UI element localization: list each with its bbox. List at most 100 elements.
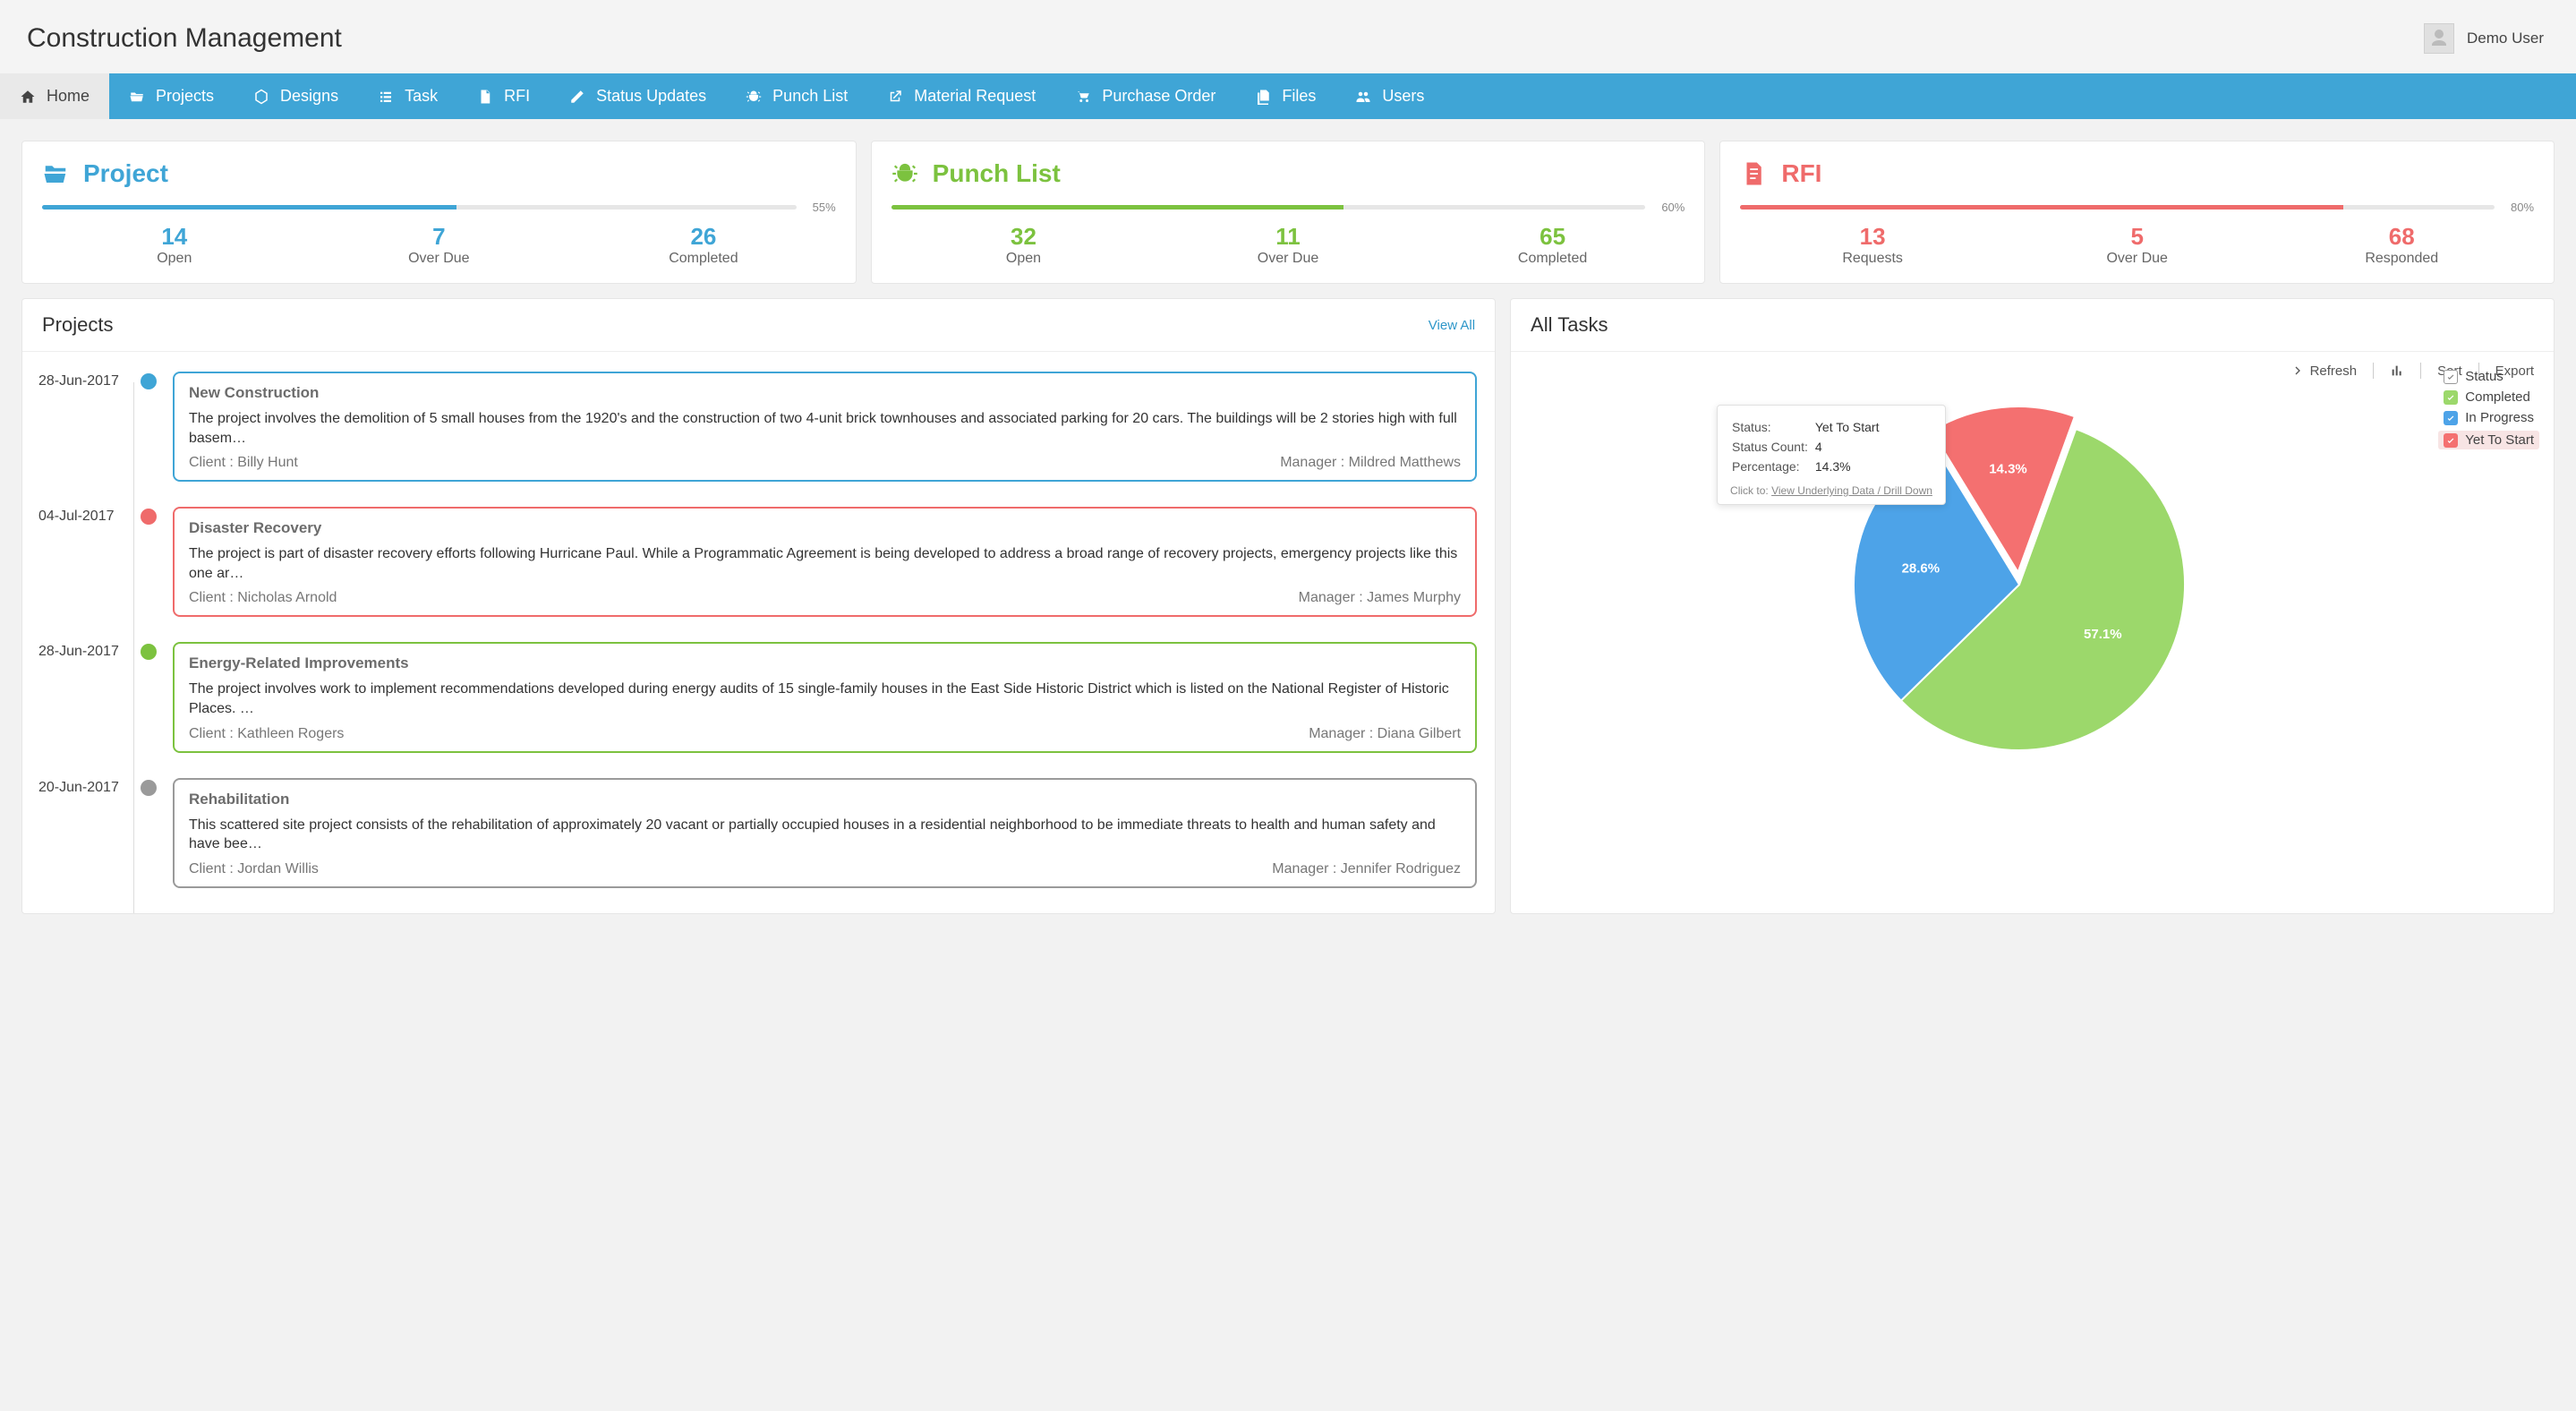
view-all-link[interactable]: View All <box>1429 318 1475 333</box>
bug-icon <box>891 160 918 187</box>
hexagon-icon <box>253 89 269 105</box>
nav-punch-list-label: Punch List <box>772 87 848 106</box>
bug-icon <box>746 89 762 105</box>
legend-completed[interactable]: Completed <box>2444 389 2534 405</box>
nav-rfi-label: RFI <box>504 87 530 106</box>
stat-overdue[interactable]: 5Over Due <box>2005 223 2270 267</box>
tooltip-drill-down[interactable]: View Underlying Data / Drill Down <box>1771 484 1932 497</box>
chevron-right-icon <box>2290 363 2305 378</box>
chart-tooltip: Status:Yet To Start Status Count:4 Perce… <box>1717 405 1946 505</box>
project-manager: Manager : Mildred Matthews <box>1280 455 1461 471</box>
stat-completed[interactable]: 65Completed <box>1420 223 1685 267</box>
pie-label: 57.1% <box>2084 627 2122 642</box>
summary-card-punch-list: Punch List 60% 32Open 11Over Due 65Compl… <box>871 141 1706 284</box>
nav-projects[interactable]: Projects <box>109 73 234 119</box>
nav-designs[interactable]: Designs <box>234 73 358 119</box>
project-client: Client : Nicholas Arnold <box>189 590 337 606</box>
edit-icon <box>569 89 585 105</box>
project-card: New ConstructionThe project involves the… <box>173 372 1477 482</box>
separator <box>2420 363 2421 379</box>
nav-status-updates[interactable]: Status Updates <box>550 73 726 119</box>
progress-pct: 55% <box>804 201 836 214</box>
legend-status-header[interactable]: Status <box>2444 369 2534 384</box>
project-client: Client : Billy Hunt <box>189 455 298 471</box>
stat-responded[interactable]: 68Responded <box>2269 223 2534 267</box>
projects-panel: Projects View All 28-Jun-2017 New Constru… <box>21 298 1496 914</box>
nav-material-request[interactable]: Material Request <box>867 73 1055 119</box>
file-icon <box>1740 160 1767 187</box>
nav-purchase-order-label: Purchase Order <box>1102 87 1215 106</box>
nav-home[interactable]: Home <box>0 73 109 119</box>
app-title: Construction Management <box>27 23 342 54</box>
app-header: Construction Management Demo User <box>0 0 2576 73</box>
nav-projects-label: Projects <box>156 87 214 106</box>
chart-legend: Status Completed In Progress Yet To Star… <box>2444 369 2534 455</box>
timeline-dot <box>141 644 157 660</box>
project-description: The project involves work to implement r… <box>189 680 1461 718</box>
stat-overdue[interactable]: 7Over Due <box>307 223 572 267</box>
project-manager: Manager : Diana Gilbert <box>1309 726 1461 742</box>
project-title: New Construction <box>189 384 1461 402</box>
project-date: 04-Jul-2017 <box>38 507 124 617</box>
project-date: 20-Jun-2017 <box>38 778 124 888</box>
project-date: 28-Jun-2017 <box>38 642 124 752</box>
pie-chart[interactable]: 57.1% 28.6% 14.3% <box>1531 388 2534 764</box>
pie-label: 28.6% <box>1901 560 1940 576</box>
summary-row: Project 55% 14Open 7Over Due 26Completed… <box>21 141 2555 284</box>
project-date: 28-Jun-2017 <box>38 372 124 482</box>
summary-project-title: Project <box>83 159 168 188</box>
project-description: This scattered site project consists of … <box>189 816 1461 854</box>
nav-home-label: Home <box>47 87 90 106</box>
stat-overdue[interactable]: 11Over Due <box>1156 223 1420 267</box>
nav-status-updates-label: Status Updates <box>596 87 706 106</box>
project-manager: Manager : James Murphy <box>1299 590 1461 606</box>
pie-label: 14.3% <box>1989 462 2027 477</box>
project-item[interactable]: 28-Jun-2017 New ConstructionThe project i… <box>38 372 1477 482</box>
progress-bar <box>1740 205 2495 210</box>
file-icon <box>477 89 493 105</box>
project-item[interactable]: 20-Jun-2017 Rehabilitation This scattered … <box>38 778 1477 888</box>
legend-in-progress[interactable]: In Progress <box>2444 410 2534 425</box>
stat-completed[interactable]: 26Completed <box>571 223 836 267</box>
stat-requests[interactable]: 13Requests <box>1740 223 2005 267</box>
nav-files[interactable]: Files <box>1235 73 1335 119</box>
user-name: Demo User <box>2467 30 2544 47</box>
nav-rfi[interactable]: RFI <box>457 73 550 119</box>
summary-card-rfi: RFI 80% 13Requests 5Over Due 68Responded <box>1719 141 2555 284</box>
main-nav: Home Projects Designs Task RFI Status Up… <box>0 73 2576 119</box>
project-item[interactable]: 28-Jun-2017 Energy-Related ImprovementsTh… <box>38 642 1477 752</box>
nav-users-label: Users <box>1382 87 1424 106</box>
summary-rfi-title: RFI <box>1781 159 1821 188</box>
separator <box>2373 363 2374 379</box>
users-icon <box>1355 89 1371 105</box>
stat-open[interactable]: 14Open <box>42 223 307 267</box>
nav-punch-list[interactable]: Punch List <box>726 73 867 119</box>
summary-punch-title: Punch List <box>933 159 1061 188</box>
project-card: Energy-Related ImprovementsThe project i… <box>173 642 1477 752</box>
nav-purchase-order[interactable]: Purchase Order <box>1055 73 1235 119</box>
nav-users[interactable]: Users <box>1335 73 1444 119</box>
projects-panel-title: Projects <box>42 313 113 337</box>
stat-open[interactable]: 32Open <box>891 223 1156 267</box>
legend-yet-to-start[interactable]: Yet To Start <box>2438 431 2539 449</box>
folder-open-icon <box>129 89 145 105</box>
project-title: Rehabilitation <box>189 791 1461 808</box>
user-icon <box>2428 28 2450 49</box>
nav-files-label: Files <box>1282 87 1316 106</box>
refresh-button[interactable]: Refresh <box>2290 363 2358 379</box>
project-manager: Manager : Jennifer Rodriguez <box>1272 861 1461 877</box>
project-title: Disaster Recovery <box>189 519 1461 537</box>
tasks-panel-title: All Tasks <box>1531 313 1608 337</box>
nav-designs-label: Designs <box>280 87 338 106</box>
avatar <box>2424 23 2454 54</box>
progress-bar <box>891 205 1646 210</box>
chart-type-button[interactable] <box>2390 363 2404 378</box>
timeline-dot <box>141 780 157 796</box>
home-icon <box>20 89 36 105</box>
tasks-toolbar: Refresh Sort Export <box>1531 363 2534 379</box>
user-menu[interactable]: Demo User <box>2424 23 2544 54</box>
nav-task-label: Task <box>405 87 438 106</box>
timeline-dot <box>141 509 157 525</box>
nav-task[interactable]: Task <box>358 73 457 119</box>
project-item[interactable]: 04-Jul-2017Disaster RecoveryThe project … <box>38 507 1477 617</box>
